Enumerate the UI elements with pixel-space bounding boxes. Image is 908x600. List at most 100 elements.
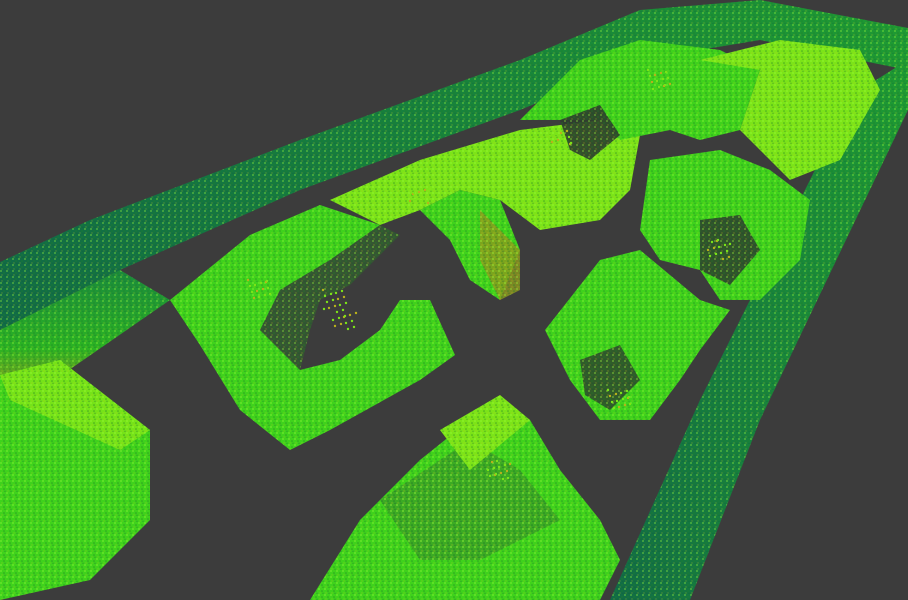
point-sample [614, 392, 618, 396]
point-sample [557, 145, 561, 149]
point-sample [615, 399, 619, 403]
point-sample [341, 308, 345, 312]
point-sample [344, 321, 348, 325]
point-sample [655, 79, 659, 83]
point-sample [706, 248, 710, 252]
point-cloud-render[interactable] [0, 0, 908, 600]
point-sample [488, 474, 492, 478]
point-sample [331, 298, 335, 302]
point-sample [419, 196, 423, 200]
point-sample [406, 193, 410, 197]
point-sample [252, 296, 256, 300]
point-sample [333, 304, 337, 308]
block-right-lower-points [545, 250, 730, 420]
point-sample [486, 468, 490, 472]
point-sample [255, 289, 259, 293]
point-sample [664, 70, 668, 74]
point-sample [424, 195, 428, 199]
point-sample [727, 255, 731, 259]
point-sample [408, 199, 412, 203]
point-sample [335, 310, 339, 314]
point-sample [728, 242, 732, 246]
point-sample [548, 134, 552, 138]
point-sample [352, 325, 356, 329]
point-sample [501, 477, 505, 481]
point-sample [663, 83, 667, 87]
point-sample [653, 73, 657, 77]
point-sample [417, 190, 421, 194]
point-sample [421, 202, 425, 206]
point-sample [650, 80, 654, 84]
point-sample [266, 286, 270, 290]
point-sample [492, 466, 496, 470]
point-sample [556, 138, 560, 142]
point-sample [321, 288, 325, 292]
point-sample [337, 316, 341, 320]
point-sample [661, 77, 665, 81]
point-sample [426, 201, 430, 205]
point-sample [322, 307, 326, 311]
point-cloud-viewport[interactable] [0, 0, 908, 600]
point-sample [623, 403, 627, 407]
point-sample [565, 129, 569, 133]
point-sample [325, 300, 329, 304]
point-sample [428, 187, 432, 191]
point-sample [559, 131, 563, 135]
point-sample [339, 322, 343, 326]
point-sample [563, 143, 567, 147]
point-sample [668, 82, 672, 86]
point-sample [710, 240, 714, 244]
point-sample [246, 278, 250, 282]
point-sample [344, 301, 348, 305]
point-sample [719, 251, 723, 255]
point-sample [250, 290, 254, 294]
point-sample [336, 297, 340, 301]
point-sample [348, 313, 352, 317]
point-sample [612, 406, 616, 410]
point-sample [331, 318, 335, 322]
point-sample [323, 294, 327, 298]
point-sample [651, 87, 655, 91]
point-sample [333, 324, 337, 328]
point-sample [346, 327, 350, 331]
point-sample [413, 198, 417, 202]
point-sample [561, 137, 565, 141]
point-sample [263, 293, 267, 297]
point-sample [329, 292, 333, 296]
point-sample [714, 252, 718, 256]
point-sample [657, 85, 661, 89]
point-sample [646, 68, 650, 72]
point-sample [253, 283, 257, 287]
point-sample [508, 462, 512, 466]
point-sample [627, 395, 631, 399]
point-sample [505, 469, 509, 473]
point-sample [552, 146, 556, 150]
point-cloud-structures [0, 0, 908, 600]
point-sample [340, 289, 344, 293]
point-sample [569, 141, 573, 145]
point-sample [506, 476, 510, 480]
point-sample [338, 303, 342, 307]
point-sample [327, 306, 331, 310]
point-sample [628, 402, 632, 406]
room-central-left-points [170, 205, 455, 450]
point-sample [567, 135, 571, 139]
point-sample [268, 292, 272, 296]
point-sample [259, 281, 263, 285]
point-sample [625, 389, 629, 393]
point-sample [334, 291, 338, 295]
point-sample [497, 465, 501, 469]
point-sample [725, 249, 729, 253]
point-sample [490, 460, 494, 464]
point-sample [248, 284, 252, 288]
point-sample [708, 254, 712, 258]
point-sample [354, 311, 358, 315]
point-sample [410, 185, 414, 189]
point-sample [712, 246, 716, 250]
point-sample [610, 400, 614, 404]
point-sample [659, 71, 663, 75]
point-sample [499, 471, 503, 475]
point-sample [342, 295, 346, 299]
point-sample [261, 287, 265, 291]
point-sample [494, 472, 498, 476]
